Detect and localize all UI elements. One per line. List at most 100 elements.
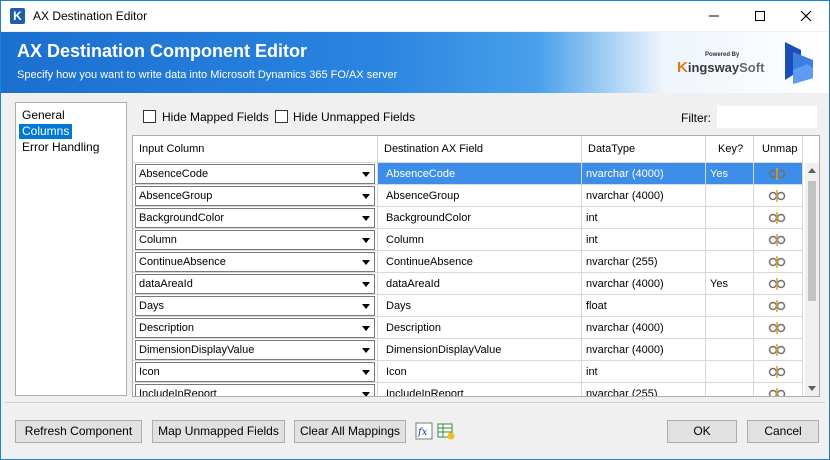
expression-fx-icon[interactable]: fx — [415, 422, 433, 440]
datatype-cell[interactable]: nvarchar (255) — [582, 251, 706, 273]
column-header-datatype[interactable]: DataType — [582, 136, 706, 163]
datatype-cell[interactable]: nvarchar (4000) — [582, 185, 706, 207]
table-row[interactable]: AbsenceGroup AbsenceGroup nvarchar (4000) — [133, 185, 805, 207]
input-column-dropdown[interactable]: dataAreaId — [135, 274, 375, 294]
scroll-up-icon[interactable] — [808, 168, 816, 173]
destination-field-cell[interactable]: Description — [378, 317, 582, 339]
input-column-dropdown[interactable]: AbsenceGroup — [135, 186, 375, 206]
scroll-down-icon[interactable] — [808, 386, 816, 391]
maximize-button[interactable] — [737, 1, 783, 31]
input-column-dropdown[interactable]: ContinueAbsence — [135, 252, 375, 272]
key-cell[interactable] — [706, 295, 754, 317]
unmap-icon[interactable] — [768, 211, 786, 225]
minimize-button[interactable] — [691, 1, 737, 31]
column-header-input[interactable]: Input Column — [133, 136, 378, 163]
key-cell[interactable] — [706, 339, 754, 361]
input-column-dropdown[interactable]: Days — [135, 296, 375, 316]
table-row[interactable]: ContinueAbsence ContinueAbsence nvarchar (… — [133, 251, 805, 273]
dropdown-arrow-icon[interactable] — [362, 392, 370, 396]
unmap-icon[interactable] — [768, 277, 786, 291]
input-column-dropdown[interactable]: Description — [135, 318, 375, 338]
table-row[interactable]: Days Days float — [133, 295, 805, 317]
datatype-cell[interactable]: int — [582, 207, 706, 229]
map-unmapped-fields-button[interactable]: Map Unmapped Fields — [152, 420, 285, 443]
dropdown-arrow-icon[interactable] — [362, 194, 370, 199]
destination-field-cell[interactable]: Days — [378, 295, 582, 317]
dropdown-arrow-icon[interactable] — [362, 216, 370, 221]
table-row[interactable]: dataAreaId dataAreaId nvarchar (4000) Yes — [133, 273, 805, 295]
nav-item-columns[interactable]: Columns — [19, 124, 73, 139]
destination-field-cell[interactable]: Column — [378, 229, 582, 251]
scroll-thumb[interactable] — [808, 181, 816, 301]
hide-unmapped-checkbox[interactable] — [275, 110, 288, 123]
key-cell[interactable]: Yes — [706, 163, 754, 185]
input-column-dropdown[interactable]: AbsenceCode — [135, 164, 375, 184]
datatype-cell[interactable]: int — [582, 361, 706, 383]
table-row[interactable]: AbsenceCode AbsenceCode nvarchar (4000) Yes — [133, 163, 805, 185]
filter-input[interactable] — [717, 106, 817, 128]
input-column-dropdown[interactable]: DimensionDisplayValue — [135, 340, 375, 360]
input-column-dropdown[interactable]: IncludeInReport — [135, 384, 375, 396]
destination-field-cell[interactable]: dataAreaId — [378, 273, 582, 295]
unmap-icon[interactable] — [768, 167, 786, 181]
unmap-icon[interactable] — [768, 365, 786, 379]
table-row[interactable]: IncludeInReport IncludeInReport nvarchar (… — [133, 383, 805, 397]
cancel-button[interactable]: Cancel — [747, 420, 819, 443]
key-cell[interactable] — [706, 207, 754, 229]
unmap-icon[interactable] — [768, 255, 786, 269]
key-cell[interactable] — [706, 383, 754, 396]
key-cell[interactable] — [706, 317, 754, 339]
unmap-icon[interactable] — [768, 343, 786, 357]
key-cell[interactable] — [706, 229, 754, 251]
input-column-dropdown[interactable]: Icon — [135, 362, 375, 382]
unmap-icon[interactable] — [768, 321, 786, 335]
destination-field-cell[interactable]: DimensionDisplayValue — [378, 339, 582, 361]
unmap-icon[interactable] — [768, 387, 786, 397]
destination-field-cell[interactable]: IncludeInReport — [378, 383, 582, 396]
nav-item-error-handling[interactable]: Error Handling — [19, 140, 102, 155]
ok-button[interactable]: OK — [667, 420, 737, 443]
datatype-cell[interactable]: nvarchar (4000) — [582, 273, 706, 295]
close-button[interactable] — [783, 1, 829, 31]
input-column-dropdown[interactable]: BackgroundColor — [135, 208, 375, 228]
destination-field-cell[interactable]: AbsenceCode — [378, 163, 582, 185]
column-header-unmap[interactable]: Unmap — [754, 136, 803, 163]
nav-item-general[interactable]: General — [19, 108, 68, 123]
key-cell[interactable] — [706, 361, 754, 383]
dropdown-arrow-icon[interactable] — [362, 238, 370, 243]
table-row[interactable]: Description Description nvarchar (4000) — [133, 317, 805, 339]
dropdown-arrow-icon[interactable] — [362, 370, 370, 375]
key-cell[interactable]: Yes — [706, 273, 754, 295]
unmap-icon[interactable] — [768, 299, 786, 313]
key-cell[interactable] — [706, 251, 754, 273]
destination-field-cell[interactable]: AbsenceGroup — [378, 185, 582, 207]
dropdown-arrow-icon[interactable] — [362, 326, 370, 331]
datatype-cell[interactable]: float — [582, 295, 706, 317]
destination-field-cell[interactable]: ContinueAbsence — [378, 251, 582, 273]
datatype-cell[interactable]: int — [582, 229, 706, 251]
datatype-cell[interactable]: nvarchar (4000) — [582, 163, 706, 185]
table-row[interactable]: Icon Icon int — [133, 361, 805, 383]
vertical-scrollbar[interactable] — [805, 163, 819, 396]
key-cell[interactable] — [706, 185, 754, 207]
dropdown-arrow-icon[interactable] — [362, 172, 370, 177]
destination-field-cell[interactable]: Icon — [378, 361, 582, 383]
hide-mapped-checkbox[interactable] — [143, 110, 156, 123]
datatype-cell[interactable]: nvarchar (4000) — [582, 317, 706, 339]
unmap-icon[interactable] — [768, 189, 786, 203]
datatype-cell[interactable]: nvarchar (4000) — [582, 339, 706, 361]
dropdown-arrow-icon[interactable] — [362, 282, 370, 287]
dropdown-arrow-icon[interactable] — [362, 304, 370, 309]
destination-field-cell[interactable]: BackgroundColor — [378, 207, 582, 229]
dropdown-arrow-icon[interactable] — [362, 260, 370, 265]
clear-all-mappings-button[interactable]: Clear All Mappings — [294, 420, 406, 443]
column-header-key[interactable]: Key? — [706, 136, 754, 163]
dropdown-arrow-icon[interactable] — [362, 348, 370, 353]
column-header-destination[interactable]: Destination AX Field — [378, 136, 582, 163]
table-row[interactable]: BackgroundColor BackgroundColor int — [133, 207, 805, 229]
input-column-dropdown[interactable]: Column — [135, 230, 375, 250]
export-grid-icon[interactable] — [437, 422, 455, 440]
refresh-component-button[interactable]: Refresh Component — [15, 420, 142, 443]
unmap-icon[interactable] — [768, 233, 786, 247]
datatype-cell[interactable]: nvarchar (255) — [582, 383, 706, 396]
